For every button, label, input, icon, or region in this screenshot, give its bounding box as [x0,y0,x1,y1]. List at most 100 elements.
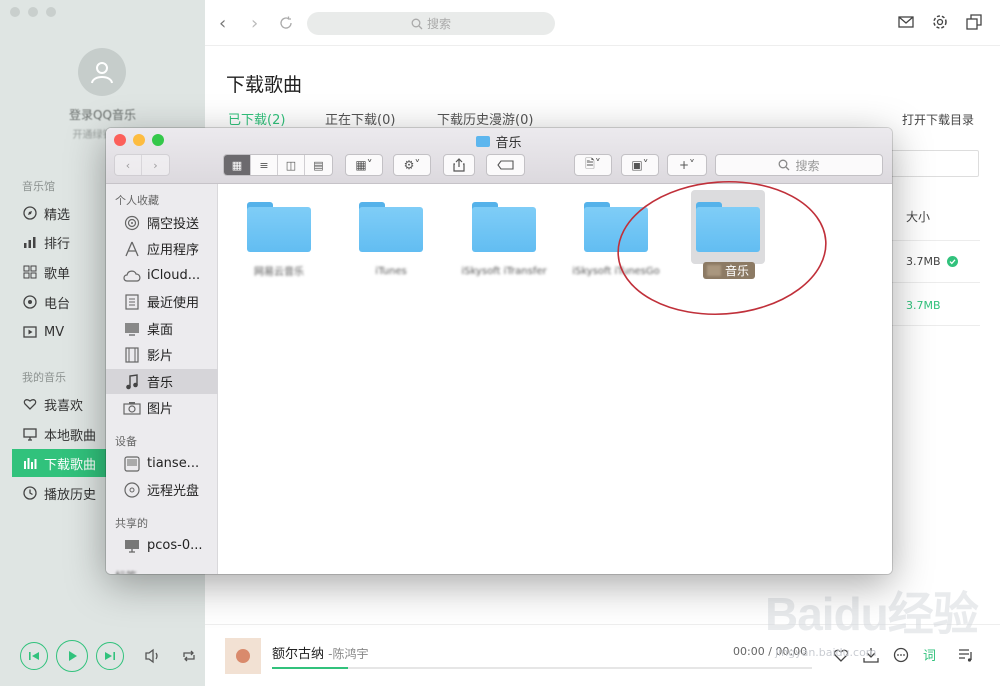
new-file-button[interactable]: 🗎˅ [574,154,612,176]
forward-chevron-icon[interactable]: › [142,155,169,175]
album-cover[interactable] [225,638,261,674]
sidebar-item-label: 精选 [44,207,71,223]
folder-item[interactable]: 网易云音乐 [242,198,316,278]
sidebar-item-music[interactable]: 音乐 [106,369,218,394]
chart-icon [22,234,38,250]
sidebar-item-desktop[interactable]: 桌面 [106,316,218,341]
filter-input[interactable] [880,150,979,177]
row-divider [892,282,980,283]
view-mode-group: ▦ ≡ ◫ ▤ [223,154,333,176]
sidebar-item-label: 远程光盘 [147,484,200,499]
bars-icon [22,455,38,471]
sidebar-item-label: iCloud... [147,268,201,283]
now-playing[interactable]: 额尔古纳 -陈鸿宇 [272,643,369,662]
sidebar-item-shared-computer[interactable]: pcos-0... [106,533,218,558]
add-button[interactable]: +˅ [667,154,707,176]
sidebar-item-label: pcos-0... [147,538,203,553]
table-row[interactable]: 3.7MB [906,255,958,268]
song-title: 额尔古纳 [272,647,325,662]
film-icon [123,346,141,363]
search-input[interactable]: 搜索 [307,12,555,35]
cover-flow-icon[interactable]: ▤ [305,155,332,175]
folder-item[interactable]: iSkysoft iTunesGo [572,198,660,278]
selected-folder-label[interactable]: 音乐 [703,262,756,279]
share-button[interactable] [443,154,475,176]
search-icon [411,18,423,29]
search-icon [779,159,790,171]
sidebar-item-label: 桌面 [147,323,174,338]
sidebar-item-icloud[interactable]: iCloud... [106,263,218,288]
forward-arrow-icon[interactable]: › [251,13,258,34]
lyrics-button[interactable]: 词 [923,645,936,664]
sidebar-item-recents[interactable]: 最近使用 [106,289,218,314]
sidebar-item-pictures[interactable]: 图片 [106,395,218,420]
computer-icon [123,538,141,554]
document-icon: 🗎˅ [585,156,601,171]
camera-icon [123,400,141,416]
sidebar-item-disk[interactable]: tianse... [106,451,218,476]
archive-button[interactable]: ▣˅ [621,154,659,176]
table-row[interactable]: 3.7MB [906,299,941,312]
finder-window: 音乐 ‹ › ▦ ≡ ◫ ▤ ▦˅ ⚙˅ 🗎˅ ▣˅ +˅ 搜索 个人收藏 隔空… [106,128,892,574]
row-divider [892,325,980,326]
finder-sidebar: 个人收藏 隔空投送 应用程序 iCloud... 最近使用 桌面 影片 音乐 图… [106,184,218,574]
loop-icon[interactable] [180,647,198,665]
previous-icon [29,652,39,660]
action-gear-button[interactable]: ⚙˅ [393,154,431,176]
playlist-icon[interactable] [958,647,974,663]
finder-search-field[interactable]: 搜索 [715,154,883,176]
next-icon [105,652,115,660]
list-view-icon[interactable]: ≡ [251,155,278,175]
arrange-button[interactable]: ▦˅ [345,154,383,176]
previous-button[interactable] [20,642,48,670]
sidebar-item-applications[interactable]: 应用程序 [106,236,218,261]
apps-icon [123,241,141,257]
blurred-prefix [707,265,721,276]
back-chevron-icon[interactable]: ‹ [115,155,142,175]
tag-button[interactable] [486,154,525,176]
watermark-brand: Baidu经验 [765,588,979,640]
section-music-hall: 音乐馆 [22,180,55,193]
icon-view-icon[interactable]: ▦ [224,155,251,175]
sidebar-item-label: 本地歌曲 [44,428,97,444]
folder-icon [472,202,536,252]
column-header-size[interactable]: 大小 [906,208,930,225]
play-button[interactable] [56,640,88,672]
refresh-icon[interactable] [279,16,293,30]
avatar[interactable] [78,48,126,96]
size-cell: 3.7MB [906,299,941,312]
gear-icon[interactable] [932,14,948,30]
sidebar-item-remote-disc[interactable]: 远程光盘 [106,477,218,502]
finder-toolbar: 音乐 ‹ › ▦ ≡ ◫ ▤ ▦˅ ⚙˅ 🗎˅ ▣˅ +˅ 搜索 [106,128,892,184]
tab-downloading[interactable]: 正在下载(0) [325,109,395,128]
login-link[interactable]: 登录QQ音乐 [0,106,205,123]
folder-icon [359,202,423,252]
folder-item[interactable]: iTunes [354,198,428,278]
back-arrow-icon[interactable]: ‹ [219,13,226,34]
comment-icon[interactable] [893,647,909,663]
column-view-icon[interactable]: ◫ [278,155,305,175]
sidebar-item-airdrop[interactable]: 隔空投送 [106,210,218,235]
qq-close-button[interactable] [10,7,20,17]
sidebar-item-label: 电台 [44,296,71,312]
sidebar-item-movies[interactable]: 影片 [106,342,218,367]
folder-item-selected[interactable] [691,190,765,264]
mail-icon[interactable] [898,14,914,30]
airdrop-icon [123,215,141,231]
section-shared: 共享的 [115,517,148,530]
open-download-folder-link[interactable]: 打开下载目录 [902,111,974,128]
clock-icon [22,485,38,501]
mini-mode-icon[interactable] [966,14,982,30]
tab-downloaded[interactable]: 已下载(2) [228,109,285,128]
qq-zoom-button[interactable] [46,7,56,17]
folder-item[interactable]: iSkysoft iTransfer [461,198,547,278]
tab-download-history[interactable]: 下载历史漫游(0) [437,109,533,128]
folder-label: iSkysoft iTunesGo [572,266,660,277]
watermark-url: jingyan.baidu.com [775,646,877,659]
next-button[interactable] [96,642,124,670]
sidebar-item-label: 歌单 [44,266,71,282]
volume-icon[interactable] [144,647,162,665]
progress-bar[interactable] [272,667,812,669]
recent-icon [123,293,141,310]
qq-minimize-button[interactable] [28,7,38,17]
